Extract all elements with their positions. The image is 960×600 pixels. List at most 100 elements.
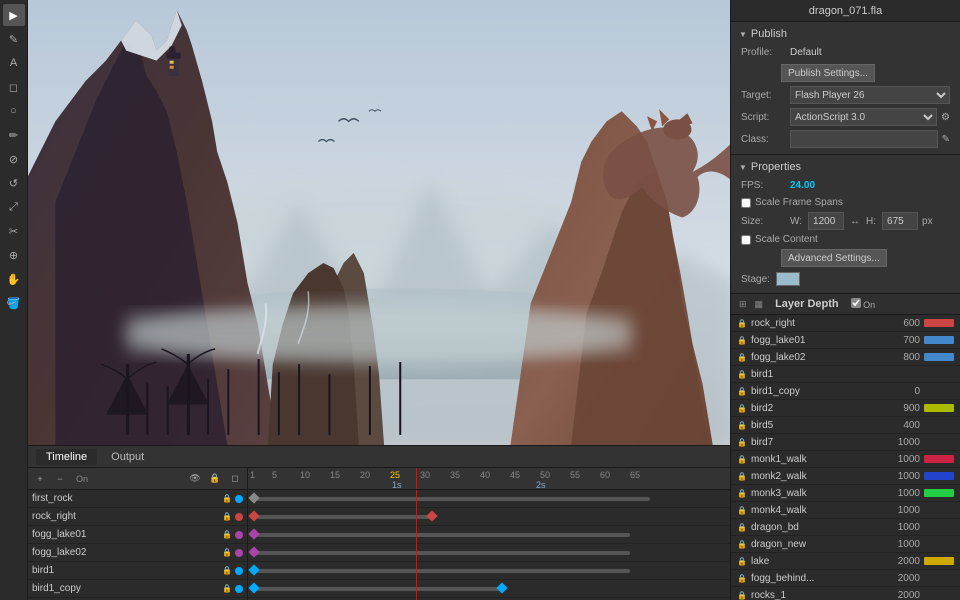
- frame-row-fogg-lake02[interactable]: [248, 544, 730, 562]
- keyframe: [248, 528, 259, 539]
- tool-select[interactable]: ▶: [3, 4, 25, 26]
- layer-depth-on: On: [851, 298, 876, 310]
- tab-output[interactable]: Output: [101, 449, 154, 465]
- depth-name: bird7: [751, 437, 881, 448]
- tool-pen[interactable]: ✎: [3, 28, 25, 50]
- tl-icon-outline[interactable]: ◻: [227, 471, 243, 487]
- scale-content-label: Scale Content: [755, 234, 818, 245]
- tool-oval[interactable]: ○: [3, 100, 25, 122]
- script-settings-icon[interactable]: ⚙: [941, 112, 950, 123]
- publish-label: Publish: [751, 28, 787, 40]
- scale-content-checkbox[interactable]: [741, 235, 751, 245]
- depth-name: rock_right: [751, 318, 881, 329]
- class-input[interactable]: [790, 130, 938, 148]
- target-select[interactable]: Flash Player 26: [790, 86, 950, 104]
- frame-num-35: 35: [450, 470, 460, 480]
- layer-row-rock-right[interactable]: rock_right 🔒: [28, 508, 247, 526]
- depth-row-bird7[interactable]: 🔒 bird7 1000: [731, 434, 960, 451]
- depth-row-bird2[interactable]: 🔒 bird2 900: [731, 400, 960, 417]
- timeline-area: Timeline Output + − On 👁 🔒 ◻ first_rock …: [28, 445, 730, 600]
- depth-row-dragon-bd[interactable]: 🔒 dragon_bd 1000: [731, 519, 960, 536]
- tab-timeline[interactable]: Timeline: [36, 449, 97, 465]
- size-h-input[interactable]: [882, 212, 918, 230]
- panel-title-bar: dragon_071.fla: [731, 0, 960, 22]
- depth-row-bird5[interactable]: 🔒 bird5 400: [731, 417, 960, 434]
- depth-color-bar: [924, 472, 954, 480]
- depth-lock-icon: 🔒: [737, 387, 747, 396]
- depth-row-fogg-lake01[interactable]: 🔒 fogg_lake01 700: [731, 332, 960, 349]
- depth-row-monk2[interactable]: 🔒 monk2_walk 1000: [731, 468, 960, 485]
- size-w-input[interactable]: [808, 212, 844, 230]
- tool-eraser[interactable]: ⊘: [3, 148, 25, 170]
- stage-label: Stage:: [741, 274, 770, 285]
- class-edit-icon[interactable]: ✎: [942, 134, 950, 145]
- tl-icon-add[interactable]: +: [32, 471, 48, 487]
- depth-row-rock-right[interactable]: 🔒 rock_right 600: [731, 315, 960, 332]
- depth-row-bird1[interactable]: 🔒 bird1: [731, 366, 960, 383]
- layer-row-bird1-copy[interactable]: bird1_copy 🔒: [28, 580, 247, 598]
- scale-frame-checkbox[interactable]: [741, 198, 751, 208]
- layer-row-fogg-lake01[interactable]: fogg_lake01 🔒: [28, 526, 247, 544]
- tl-icon-lock[interactable]: 🔒: [207, 471, 223, 487]
- depth-row-rocks-1[interactable]: 🔒 rocks_1 2000: [731, 587, 960, 600]
- stage-color-swatch[interactable]: [776, 272, 800, 286]
- properties-header[interactable]: ▼ Properties: [731, 159, 960, 175]
- layer-row-first-rock[interactable]: first_rock 🔒: [28, 490, 247, 508]
- stage-row: Stage:: [731, 269, 960, 289]
- layer-row-bird1[interactable]: bird1 🔒: [28, 562, 247, 580]
- tool-transform[interactable]: ⤢: [3, 196, 25, 218]
- depth-row-lake[interactable]: 🔒 lake 2000: [731, 553, 960, 570]
- publish-arrow: ▼: [739, 30, 747, 39]
- depth-value: 700: [885, 335, 920, 346]
- depth-lock-icon: 🔒: [737, 574, 747, 583]
- depth-toggle-icon[interactable]: ▦: [755, 299, 764, 310]
- tool-text[interactable]: A: [3, 52, 25, 74]
- marker-2s: 2s: [536, 480, 546, 490]
- tool-hand[interactable]: ✋: [3, 268, 25, 290]
- depth-row-fogg-behind[interactable]: 🔒 fogg_behind... 2000: [731, 570, 960, 587]
- depth-color-bar: [924, 506, 954, 514]
- script-label: Script:: [741, 112, 786, 123]
- depth-row-fogg-lake02[interactable]: 🔒 fogg_lake02 800: [731, 349, 960, 366]
- frame-row-fogg-lake01[interactable]: [248, 526, 730, 544]
- script-select[interactable]: ActionScript 3.0: [790, 108, 937, 126]
- frame-row-bird1[interactable]: [248, 562, 730, 580]
- depth-lock-icon: 🔒: [737, 506, 747, 515]
- publish-settings-btn[interactable]: Publish Settings...: [781, 64, 875, 82]
- depth-row-dragon-new[interactable]: 🔒 dragon_new 1000: [731, 536, 960, 553]
- frame-num-45: 45: [510, 470, 520, 480]
- frame-row-rock-right[interactable]: [248, 508, 730, 526]
- keyframe: [496, 582, 507, 593]
- layer-row-fogg-lake02[interactable]: fogg_lake02 🔒: [28, 544, 247, 562]
- depth-row-monk4[interactable]: 🔒 monk4_walk 1000: [731, 502, 960, 519]
- frame-row-first-rock[interactable]: [248, 490, 730, 508]
- frame-num-20: 20: [360, 470, 370, 480]
- advanced-btn[interactable]: Advanced Settings...: [781, 249, 887, 267]
- size-row: Size: W: ↔ H: px: [731, 210, 960, 232]
- keyframe: [248, 492, 259, 503]
- depth-row-bird1-copy[interactable]: 🔒 bird1_copy 0: [731, 383, 960, 400]
- publish-header[interactable]: ▼ Publish: [731, 26, 960, 42]
- depth-lock-icon: 🔒: [737, 438, 747, 447]
- lock-icon: 🔒: [221, 494, 233, 503]
- depth-color-bar: [924, 455, 954, 463]
- tl-icon-eye[interactable]: 👁: [187, 471, 203, 487]
- tool-pencil[interactable]: ✏: [3, 124, 25, 146]
- tool-cut[interactable]: ✂: [3, 220, 25, 242]
- tool-rect[interactable]: ◻: [3, 76, 25, 98]
- tl-icon-delete[interactable]: −: [52, 471, 68, 487]
- depth-on-checkbox[interactable]: [851, 298, 861, 308]
- class-row: Class: ✎: [731, 128, 960, 150]
- fps-value: 24.00: [790, 180, 815, 191]
- frame-row-bird1-copy[interactable]: [248, 580, 730, 598]
- depth-lock-icon: 🔒: [737, 557, 747, 566]
- tool-bucket[interactable]: 🪣: [3, 292, 25, 314]
- depth-row-monk3[interactable]: 🔒 monk3_walk 1000: [731, 485, 960, 502]
- layer-color-dot: [235, 585, 243, 593]
- frame-num-15: 15: [330, 470, 340, 480]
- tool-zoom[interactable]: ⊕: [3, 244, 25, 266]
- properties-section: ▼ Properties FPS: 24.00 Scale Frame Span…: [731, 155, 960, 294]
- depth-row-monk1[interactable]: 🔒 monk1_walk 1000: [731, 451, 960, 468]
- layer-color-dot: [235, 513, 243, 521]
- tool-rotate[interactable]: ↺: [3, 172, 25, 194]
